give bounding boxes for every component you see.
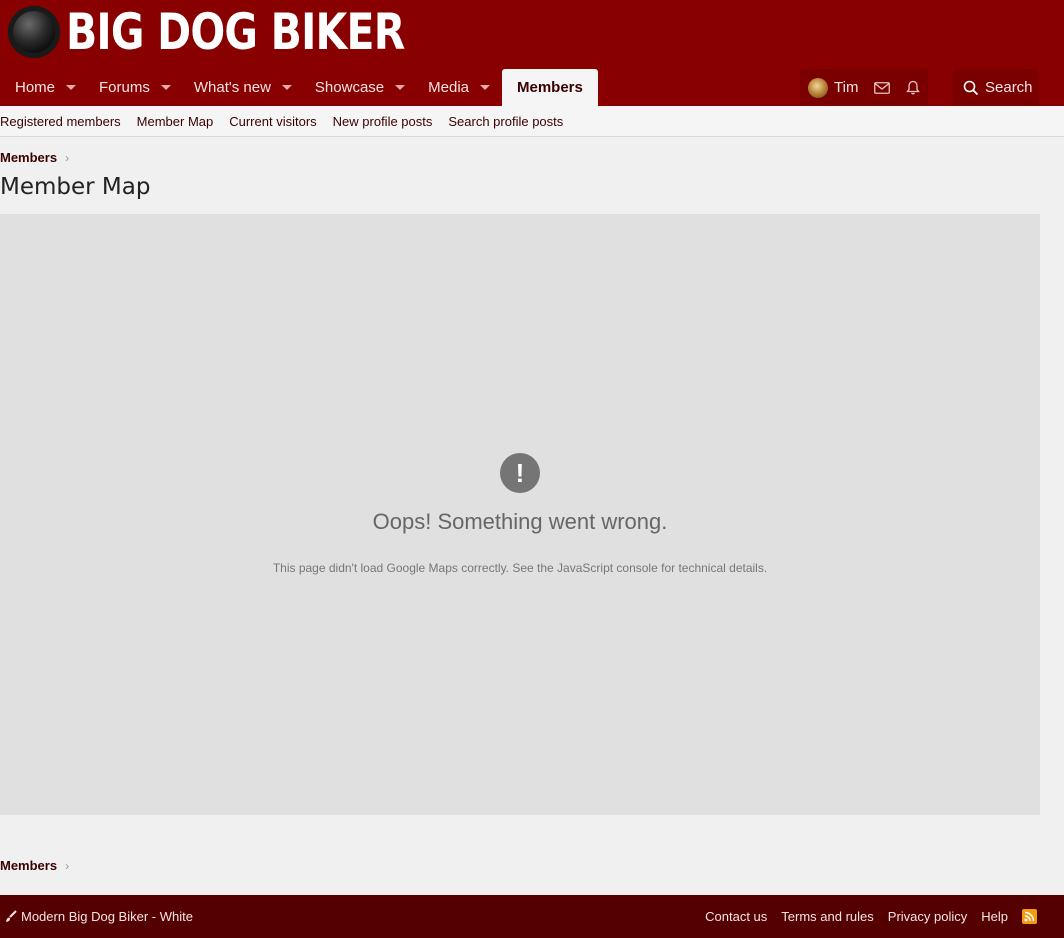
subnav-registered-members[interactable]: Registered members bbox=[0, 114, 121, 129]
logo-text: BIG DOG BIKER bbox=[66, 3, 405, 61]
chevron-right-icon: › bbox=[65, 150, 70, 165]
search-button[interactable]: Search bbox=[953, 69, 1039, 106]
tab-label: Showcase bbox=[314, 79, 385, 96]
tab-label: Home bbox=[15, 79, 56, 96]
breadcrumb-item-members[interactable]: Members bbox=[0, 150, 57, 165]
paintbrush-icon bbox=[6, 910, 17, 922]
sub-nav: Registered members Member Map Current vi… bbox=[0, 106, 1064, 137]
tab-whats-new[interactable]: What's new bbox=[179, 69, 300, 106]
tab-label: Media bbox=[428, 79, 469, 96]
page-title: Member Map bbox=[0, 174, 151, 200]
caret-down-icon[interactable] bbox=[66, 85, 77, 90]
caret-down-icon[interactable] bbox=[160, 85, 171, 90]
tab-showcase[interactable]: Showcase bbox=[300, 69, 413, 106]
envelope-icon bbox=[874, 81, 891, 94]
footer-link-terms[interactable]: Terms and rules bbox=[781, 909, 873, 924]
subnav-search-profile-posts[interactable]: Search profile posts bbox=[448, 114, 563, 129]
subnav-current-visitors[interactable]: Current visitors bbox=[229, 114, 316, 129]
tab-label: What's new bbox=[193, 79, 271, 96]
site-header: BIG DOG BIKER Home Forums What's new Sho… bbox=[0, 0, 1064, 106]
alerts-button[interactable] bbox=[898, 69, 928, 106]
tab-label: Forums bbox=[99, 79, 150, 96]
chevron-right-icon: › bbox=[65, 858, 70, 873]
style-label: Modern Big Dog Biker - White bbox=[21, 909, 193, 924]
footer-link-contact[interactable]: Contact us bbox=[705, 909, 767, 924]
error-icon: ! bbox=[500, 453, 540, 493]
footer-links: Contact us Terms and rules Privacy polic… bbox=[691, 909, 1037, 924]
tab-members[interactable]: Members bbox=[502, 69, 598, 106]
subnav-member-map[interactable]: Member Map bbox=[137, 114, 214, 129]
subnav-new-profile-posts[interactable]: New profile posts bbox=[333, 114, 433, 129]
breadcrumb-item-members[interactable]: Members bbox=[0, 858, 57, 873]
user-name: Tim bbox=[834, 79, 859, 96]
style-chooser-link[interactable]: Modern Big Dog Biker - White bbox=[4, 909, 193, 924]
caret-down-icon[interactable] bbox=[281, 85, 292, 90]
main-nav: Home Forums What's new Showcase Media Me… bbox=[0, 69, 598, 106]
search-label: Search bbox=[985, 79, 1033, 96]
tab-home[interactable]: Home bbox=[0, 69, 84, 106]
user-menu: Tim bbox=[800, 69, 929, 106]
caret-down-icon[interactable] bbox=[395, 85, 406, 90]
tab-forums[interactable]: Forums bbox=[84, 69, 179, 106]
tab-label: Members bbox=[517, 79, 583, 96]
map-error-title: Oops! Something went wrong. bbox=[372, 509, 668, 534]
footer-link-privacy[interactable]: Privacy policy bbox=[888, 909, 967, 924]
footer-link-help[interactable]: Help bbox=[981, 909, 1008, 924]
avatar bbox=[808, 77, 828, 98]
breadcrumb[interactable]: Members › bbox=[0, 150, 69, 165]
tab-media[interactable]: Media bbox=[413, 69, 498, 106]
tire-logo-icon bbox=[8, 6, 60, 58]
rss-icon[interactable] bbox=[1022, 909, 1037, 924]
account-button[interactable]: Tim bbox=[800, 69, 866, 106]
map-error-detail: This page didn't load Google Maps correc… bbox=[272, 561, 768, 575]
site-logo[interactable]: BIG DOG BIKER bbox=[8, 0, 479, 64]
search-icon bbox=[963, 80, 979, 95]
inbox-button[interactable] bbox=[866, 69, 898, 106]
breadcrumb-bottom[interactable]: Members › bbox=[0, 858, 69, 873]
caret-down-icon[interactable] bbox=[480, 85, 490, 90]
bell-icon bbox=[906, 80, 921, 95]
site-footer: Modern Big Dog Biker - White Contact us … bbox=[0, 895, 1064, 938]
